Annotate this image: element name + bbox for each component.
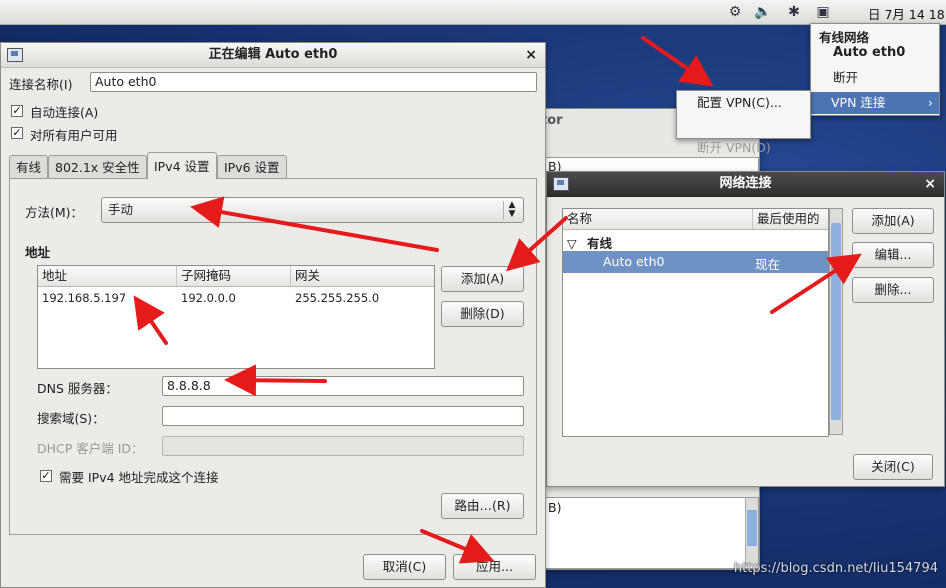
tab-ipv4-settings[interactable]: IPv4 设置 bbox=[147, 152, 217, 179]
edit-connection-window: 正在编辑 Auto eth0 × 连接名称(I) Auto eth0 ✓ 自动连… bbox=[0, 42, 546, 588]
expander-icon[interactable]: ▽ bbox=[567, 236, 577, 251]
column-last-used[interactable]: 最后使用的 bbox=[753, 209, 828, 229]
all-users-checkbox[interactable]: ✓ bbox=[11, 127, 23, 139]
window-title: 网络连接 bbox=[719, 176, 772, 191]
method-select[interactable]: 手动 ▲ ▼ bbox=[101, 197, 524, 223]
edit-connection-titlebar[interactable]: 正在编辑 Auto eth0 × bbox=[1, 43, 545, 68]
background-window-scrollbar[interactable] bbox=[745, 498, 758, 566]
ipv4-tab-panel: 方法(M)： 手动 ▲ ▼ 地址 地址 子网掩码 网关 192.168.5.197… bbox=[9, 178, 537, 535]
column-netmask[interactable]: 子网掩码 bbox=[177, 266, 291, 286]
tree-group-label: 有线 bbox=[586, 236, 612, 251]
column-gateway[interactable]: 网关 bbox=[291, 266, 434, 286]
tab-wired[interactable]: 有线 bbox=[9, 155, 49, 179]
close-icon[interactable]: × bbox=[525, 43, 537, 67]
background-window-list: B) bbox=[545, 497, 759, 569]
delete-connection-button[interactable]: 删除... bbox=[852, 277, 934, 303]
connection-name-label: 连接名称(I) bbox=[9, 77, 73, 92]
method-label: 方法(M)： bbox=[25, 205, 84, 220]
top-panel: ⚙ 🔈 ✱ ▣ 日 7月 14 18 bbox=[0, 0, 946, 25]
connection-name: Auto eth0 bbox=[603, 254, 665, 269]
network-manager-icon[interactable]: ⚙ bbox=[725, 3, 745, 21]
search-domain-label: 搜索域(S)： bbox=[37, 411, 105, 426]
background-window-text: B) bbox=[548, 500, 562, 515]
connection-last-used: 现在 bbox=[755, 257, 781, 272]
tab-8021x-security[interactable]: 802.1x 安全性 bbox=[48, 155, 147, 179]
method-value: 手动 bbox=[108, 202, 134, 217]
cell-netmask[interactable]: 192.0.0.0 bbox=[181, 291, 236, 305]
menu-item-disconnect-vpn[interactable]: 断开 VPN(D) bbox=[677, 137, 810, 159]
menu-section-wired: 有线网络 bbox=[819, 30, 870, 45]
menu-item-vpn[interactable]: VPN 连接 › bbox=[811, 92, 939, 114]
clock[interactable]: 日 7月 14 18 bbox=[868, 4, 945, 23]
require-ipv4-label: 需要 IPv4 地址完成这个连接 bbox=[59, 470, 219, 485]
network-window-icon bbox=[7, 48, 23, 62]
dhcp-client-id-input[interactable] bbox=[162, 436, 524, 456]
network-connections-window: 网络连接 × 名称 最后使用的 ▽ 有线 Auto eth0 现在 添加(A) … bbox=[546, 171, 945, 487]
connection-tree-scrollbar[interactable] bbox=[829, 208, 843, 435]
menu-item-vpn-label: VPN 连接 bbox=[831, 95, 886, 110]
table-row[interactable]: Auto eth0 现在 bbox=[563, 251, 828, 273]
delete-address-button[interactable]: 删除(D) bbox=[441, 301, 524, 327]
address-table: 地址 子网掩码 网关 192.168.5.197 192.0.0.0 255.2… bbox=[37, 265, 435, 369]
connection-tree-header: 名称 最后使用的 bbox=[563, 209, 828, 230]
connection-name-input[interactable]: Auto eth0 bbox=[90, 72, 537, 92]
apply-button[interactable]: 应用... bbox=[453, 554, 536, 580]
auto-connect-label: 自动连接(A) bbox=[30, 105, 99, 120]
auto-connect-checkbox[interactable]: ✓ bbox=[11, 105, 23, 117]
watermark: https://blog.csdn.net/liu154794 bbox=[733, 561, 938, 576]
volume-icon[interactable]: 🔈 bbox=[753, 3, 773, 21]
window-title: 正在编辑 Auto eth0 bbox=[208, 47, 338, 62]
connection-tree: 名称 最后使用的 ▽ 有线 Auto eth0 现在 bbox=[562, 208, 829, 437]
tab-ipv6-settings[interactable]: IPv6 设置 bbox=[217, 155, 287, 179]
bluetooth-icon[interactable]: ✱ bbox=[784, 3, 804, 21]
close-window-button[interactable]: 关闭(C) bbox=[853, 454, 933, 480]
edit-connection-button[interactable]: 编辑... bbox=[852, 242, 934, 268]
cell-address[interactable]: 192.168.5.197 bbox=[42, 291, 126, 305]
spinner-icon: ▲ ▼ bbox=[503, 201, 520, 219]
network-connection-icon[interactable]: ▣ bbox=[813, 3, 833, 21]
add-address-button[interactable]: 添加(A) bbox=[441, 266, 524, 292]
address-table-header: 地址 子网掩码 网关 bbox=[38, 266, 434, 287]
network-window-icon bbox=[553, 177, 569, 191]
tree-group-wired[interactable]: ▽ 有线 bbox=[567, 233, 612, 252]
address-heading: 地址 bbox=[25, 245, 51, 260]
column-name[interactable]: 名称 bbox=[563, 209, 753, 229]
menu-item-configure-vpn[interactable]: 配置 VPN(C)... bbox=[677, 92, 810, 114]
cancel-button[interactable]: 取消(C) bbox=[363, 554, 446, 580]
dns-input[interactable]: 8.8.8.8 bbox=[162, 376, 524, 396]
cell-gateway[interactable]: 255.255.255.0 bbox=[295, 291, 379, 305]
dhcp-client-id-label: DHCP 客户端 ID： bbox=[37, 441, 144, 456]
scrollbar-thumb[interactable] bbox=[831, 223, 841, 420]
close-icon[interactable]: × bbox=[924, 172, 936, 196]
menu-item-disconnect[interactable]: 断开 bbox=[833, 67, 858, 86]
search-domain-input[interactable] bbox=[162, 406, 524, 426]
table-row[interactable]: 192.168.5.197 192.0.0.0 255.255.255.0 bbox=[38, 288, 432, 308]
routes-button[interactable]: 路由…(R) bbox=[441, 493, 524, 519]
dns-label: DNS 服务器： bbox=[37, 381, 118, 396]
network-connections-titlebar[interactable]: 网络连接 × bbox=[547, 172, 944, 197]
column-address[interactable]: 地址 bbox=[38, 266, 177, 286]
submenu-arrow-icon: › bbox=[928, 95, 933, 110]
add-connection-button[interactable]: 添加(A) bbox=[852, 208, 934, 234]
require-ipv4-checkbox[interactable]: ✓ bbox=[40, 470, 52, 482]
all-users-label: 对所有用户可用 bbox=[30, 128, 118, 143]
vpn-submenu: 配置 VPN(C)... 断开 VPN(D) bbox=[676, 90, 811, 155]
menu-item-auto-eth0[interactable]: Auto eth0 bbox=[833, 45, 905, 60]
network-tray-menu: 有线网络 Auto eth0 断开 VPN 连接 › bbox=[810, 23, 940, 116]
